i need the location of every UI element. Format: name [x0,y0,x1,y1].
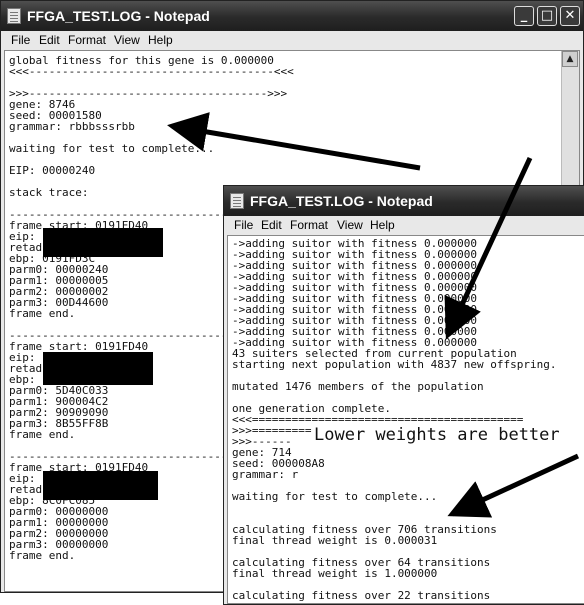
arrow-to-fitness-list [444,156,533,340]
arrow-to-thread-weight [447,453,580,518]
annotation-label: Lower weights are better [312,425,562,445]
annotation-arrows [167,112,580,518]
arrow-to-grammar [167,112,421,171]
